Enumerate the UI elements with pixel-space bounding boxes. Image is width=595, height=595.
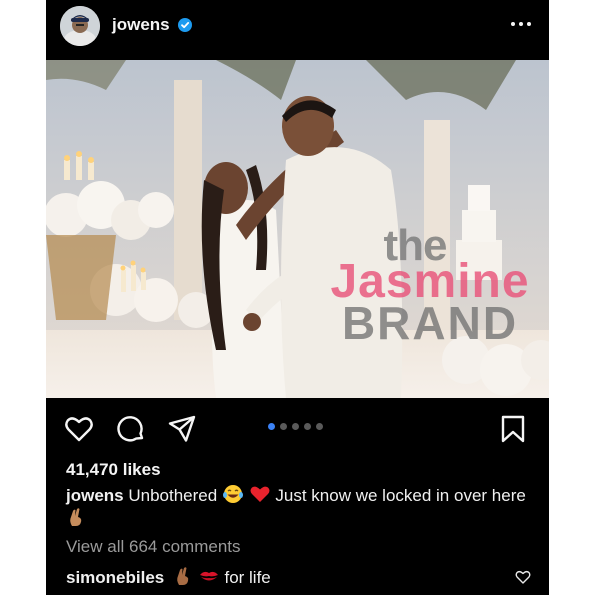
share-send-icon[interactable]	[167, 414, 197, 444]
carousel-dot	[268, 423, 275, 430]
carousel-dot	[316, 423, 323, 430]
kiss-mark-emoji-icon	[199, 571, 218, 581]
red-heart-emoji-icon	[250, 486, 270, 502]
caption-text-start: Unbothered	[128, 486, 218, 505]
avatar[interactable]	[60, 6, 100, 46]
crossed-fingers-emoji-icon	[177, 567, 189, 585]
view-all-comments-link[interactable]: View all 664 comments	[66, 537, 241, 557]
post-photo[interactable]: the Jasmine BRAND	[46, 60, 549, 398]
instagram-post: jowens the Jasmine BRAND 41,470 likes jo…	[46, 0, 549, 595]
top-comment: simonebiles for life	[66, 566, 536, 588]
likes-count[interactable]: 41,470 likes	[66, 460, 161, 480]
post-username[interactable]: jowens	[112, 15, 170, 35]
post-header: jowens	[46, 0, 549, 58]
carousel-dot	[280, 423, 287, 430]
wedding-photo-illustration	[46, 60, 549, 398]
comment-username[interactable]: simonebiles	[66, 568, 164, 587]
post-caption: jowens Unbothered Just know we locked in…	[66, 484, 536, 530]
laughing-tears-emoji-icon	[222, 485, 243, 503]
more-horizontal-icon[interactable]	[509, 14, 533, 34]
crossed-fingers-emoji-icon	[70, 508, 82, 526]
like-heart-icon[interactable]	[64, 414, 94, 444]
bookmark-icon[interactable]	[498, 414, 528, 444]
comment-like-heart-icon[interactable]	[515, 569, 531, 585]
comment-text: for life	[224, 568, 271, 587]
carousel-dot	[304, 423, 311, 430]
caption-username[interactable]: jowens	[66, 486, 124, 505]
verified-badge-icon	[178, 18, 192, 32]
carousel-dot	[292, 423, 299, 430]
carousel-indicator	[268, 423, 323, 431]
comment-icon[interactable]	[116, 414, 146, 444]
caption-text-end: Just know we locked in over here	[275, 486, 526, 505]
